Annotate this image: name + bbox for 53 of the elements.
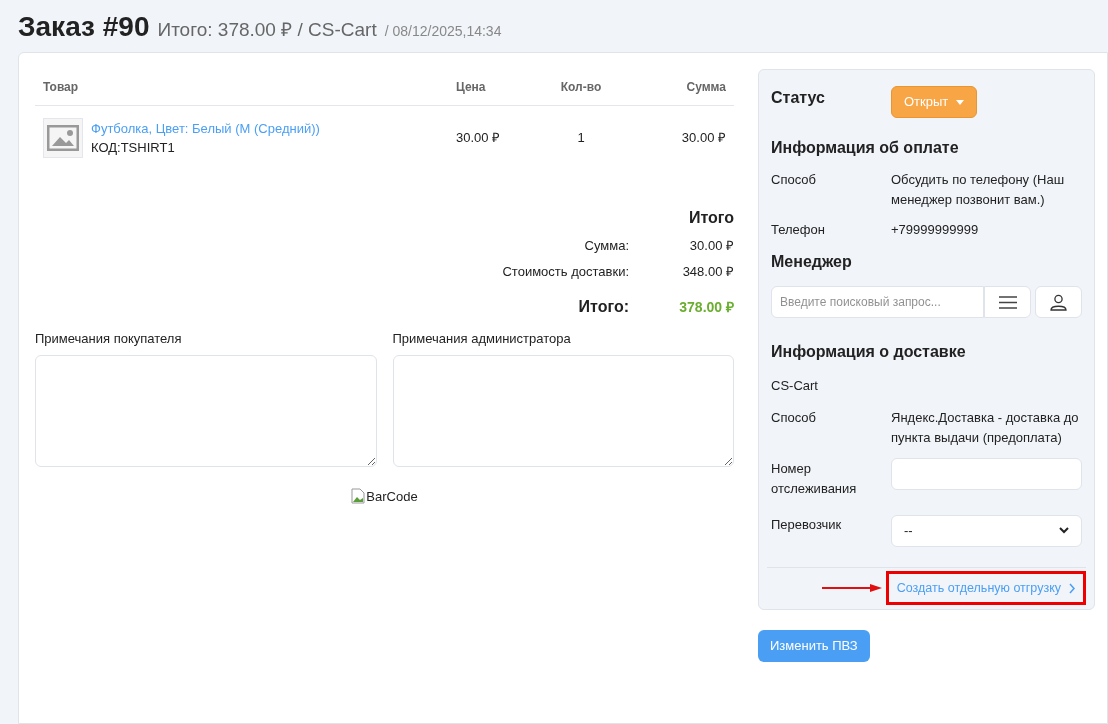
status-dropdown[interactable]: Открыт [891,86,978,118]
user-button[interactable] [1035,286,1082,318]
store-name: CS-Cart [771,377,819,395]
table-cell-text: 30.00 ₽ [456,129,502,148]
arrow-icon [821,584,882,592]
field-label: Перевозчик [771,515,843,534]
order-date: / 08/12/2025,14:34 [384,22,502,41]
notes-label: Примечания администратора [392,330,572,348]
order-title: Заказ #90 [18,10,150,44]
notes-field[interactable] [35,354,377,467]
notes-label: Примечания покупателя [35,330,183,348]
totals-value: 348.00 ₽ [681,262,734,281]
table-cell-text: 1 [576,129,586,148]
create-shipment-link[interactable]: Создать отдельную отгрузку [885,571,1086,605]
grand-total-label: Итого: [578,297,629,317]
tracking-number-field[interactable] [891,457,1082,490]
product-code: КОД:TSHIRT1 [91,139,176,157]
field-label: Номер отслеживания [771,459,858,498]
list-button[interactable] [984,286,1032,318]
chevron-right-icon [1069,582,1075,594]
field-label: Способ [771,408,817,427]
section-title: Информация о доставке [771,342,967,362]
field-label: Способ [771,171,817,189]
totals-label: Сумма: [584,237,629,255]
field-value: Обсудить по телефону (Наш менеджер позвонит вам.) [891,171,1066,209]
field-label: Телефон [771,221,826,239]
table-cell-text: 30.00 ₽ [680,129,726,148]
column-header: Товар [43,79,80,96]
broken-image-icon [351,488,366,505]
totals-label: Стоимость доставки: [502,262,629,281]
product-link[interactable]: Футболка, Цвет: Белый (M (Средний)) [91,118,320,138]
image-icon [47,125,79,151]
manager-search-field[interactable]: Введите поисковый запрос... [771,286,985,318]
column-header: Цена [456,79,487,96]
notes-field[interactable] [392,354,734,467]
field-value: Яндекс.Доставка - доставка до пункта выдачи (предоплата) [891,408,1080,447]
chevron-down-icon [1059,527,1069,534]
broken-image: BarCode [351,486,418,506]
status-label: Статус [771,88,826,108]
menu-icon [998,295,1017,309]
user-icon [1050,293,1068,311]
section-title: Менеджер [771,252,853,272]
column-header: Кол-во [559,79,603,96]
order-summary: Итого: 378.00 ₽ / CS-Cart [157,18,377,42]
change-pickup-button[interactable]: Изменить ПВЗ [758,629,870,662]
field-value: +79999999999 [891,221,980,239]
section-title: Информация об оплате [771,138,960,158]
totals-value: 30.00 ₽ [688,237,734,255]
carrier-select[interactable]: -- [891,514,1082,547]
totals-title: Итого [688,208,734,228]
grand-total-value: 378.00 ₽ [678,297,734,317]
column-header: Сумма [685,79,726,96]
caret-icon [956,99,965,105]
